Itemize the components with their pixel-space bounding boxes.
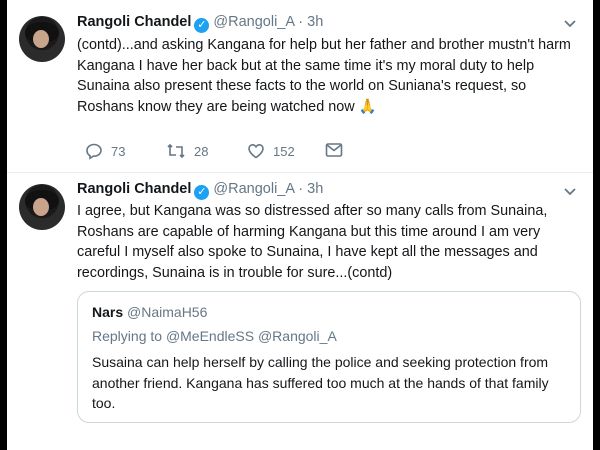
verified-badge-icon: ✓ — [194, 18, 210, 33]
reply-count: 73 — [111, 143, 126, 159]
chevron-down-icon[interactable] — [563, 16, 577, 32]
tweet[interactable]: Rangoli Chandel ✓ @Rangoli_A · 3h I agree,… — [7, 173, 593, 450]
quoted-tweet[interactable]: Nars @NaimaH56 Replying to @MeEndleSS @R… — [77, 291, 581, 423]
display-name[interactable]: Rangoli Chandel — [77, 181, 191, 197]
quoted-display-name: Nars — [92, 304, 124, 320]
timestamp[interactable]: 3h — [307, 14, 323, 30]
avatar[interactable] — [19, 16, 65, 62]
replying-prefix: Replying to — [92, 328, 163, 344]
dm-icon — [325, 143, 343, 157]
quoted-tweet-header: Nars @NaimaH56 — [92, 304, 207, 320]
separator-dot: · — [298, 181, 304, 197]
retweet-icon — [167, 143, 185, 159]
timestamp[interactable]: 3h — [307, 181, 323, 197]
quoted-user-handle: @NaimaH56 — [127, 304, 208, 320]
display-name[interactable]: Rangoli Chandel — [77, 14, 191, 30]
chevron-down-icon[interactable] — [563, 184, 577, 200]
separator-dot: · — [298, 14, 304, 30]
retweet-button[interactable]: 28 — [166, 142, 208, 160]
like-button[interactable]: 152 — [247, 142, 295, 160]
user-handle[interactable]: @Rangoli_A — [213, 14, 294, 30]
user-handle[interactable]: @Rangoli_A — [213, 181, 294, 197]
reply-button[interactable]: 73 — [85, 142, 125, 160]
dm-button[interactable] — [325, 142, 351, 158]
retweet-count: 28 — [194, 143, 209, 159]
like-icon — [248, 143, 264, 159]
tweet[interactable]: Rangoli Chandel ✓ @Rangoli_A · 3h (contd).… — [7, 0, 593, 173]
quoted-tweet-text: Susaina can help herself by calling the … — [92, 354, 549, 411]
tweet-text: I agree, but Kangana was so distressed a… — [77, 203, 548, 281]
like-count: 152 — [273, 143, 295, 159]
verified-badge-icon: ✓ — [194, 185, 210, 200]
replying-to-handles[interactable]: @MeEndleSS @Rangoli_A — [166, 328, 337, 344]
replying-to: Replying to @MeEndleSS @Rangoli_A — [92, 328, 337, 344]
tweet-header: Rangoli Chandel ✓ @Rangoli_A · 3h — [77, 181, 323, 200]
tweet-header: Rangoli Chandel ✓ @Rangoli_A · 3h — [77, 14, 323, 33]
reply-icon — [86, 143, 102, 160]
avatar[interactable] — [19, 184, 65, 230]
twitter-timeline: Rangoli Chandel ✓ @Rangoli_A · 3h (contd).… — [7, 0, 593, 450]
tweet-text: (contd)...and asking Kangana for help bu… — [77, 37, 571, 115]
